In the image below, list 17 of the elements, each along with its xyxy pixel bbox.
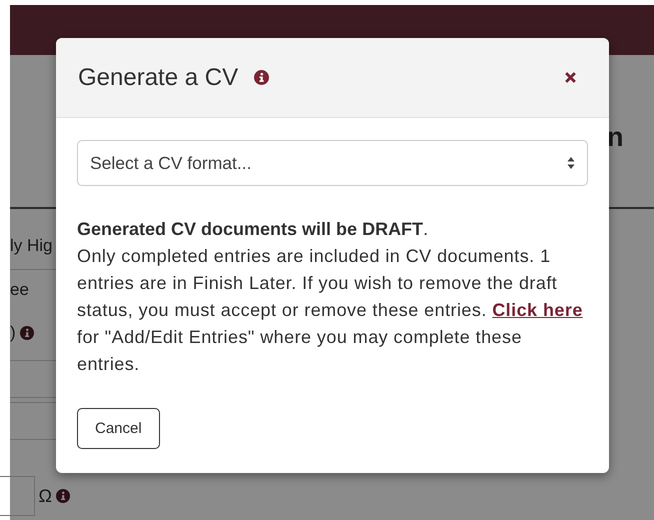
row-label: ee [10,280,29,300]
field-label: ) [10,323,16,343]
dialog-title: Generate a CV [78,64,238,92]
omega-symbol[interactable]: Ω [38,486,52,506]
row-label: ly Hig [10,236,53,256]
draft-notice: Generated CV documents will be DRAFT. [77,218,430,241]
format-dropdown[interactable]: Select a CV format... [77,140,588,186]
page-heading: n [607,123,624,153]
info-icon[interactable] [20,326,34,340]
info-icon[interactable] [56,489,70,503]
click-here-link[interactable]: Click here [492,300,583,320]
input-field[interactable] [0,476,35,516]
cancel-button[interactable]: Cancel [77,408,160,449]
info-icon[interactable] [254,70,270,85]
up-down-arrows-icon [567,156,575,170]
notice-text: Only completed entries are included in CV documents. 1 entries are in Finish Later. If you wish to remove the draft status, you must accept or remove these entries. Click here for "Add/Edit Entries" where you may complete these entries. [77,245,584,376]
close-icon[interactable] [564,71,577,84]
